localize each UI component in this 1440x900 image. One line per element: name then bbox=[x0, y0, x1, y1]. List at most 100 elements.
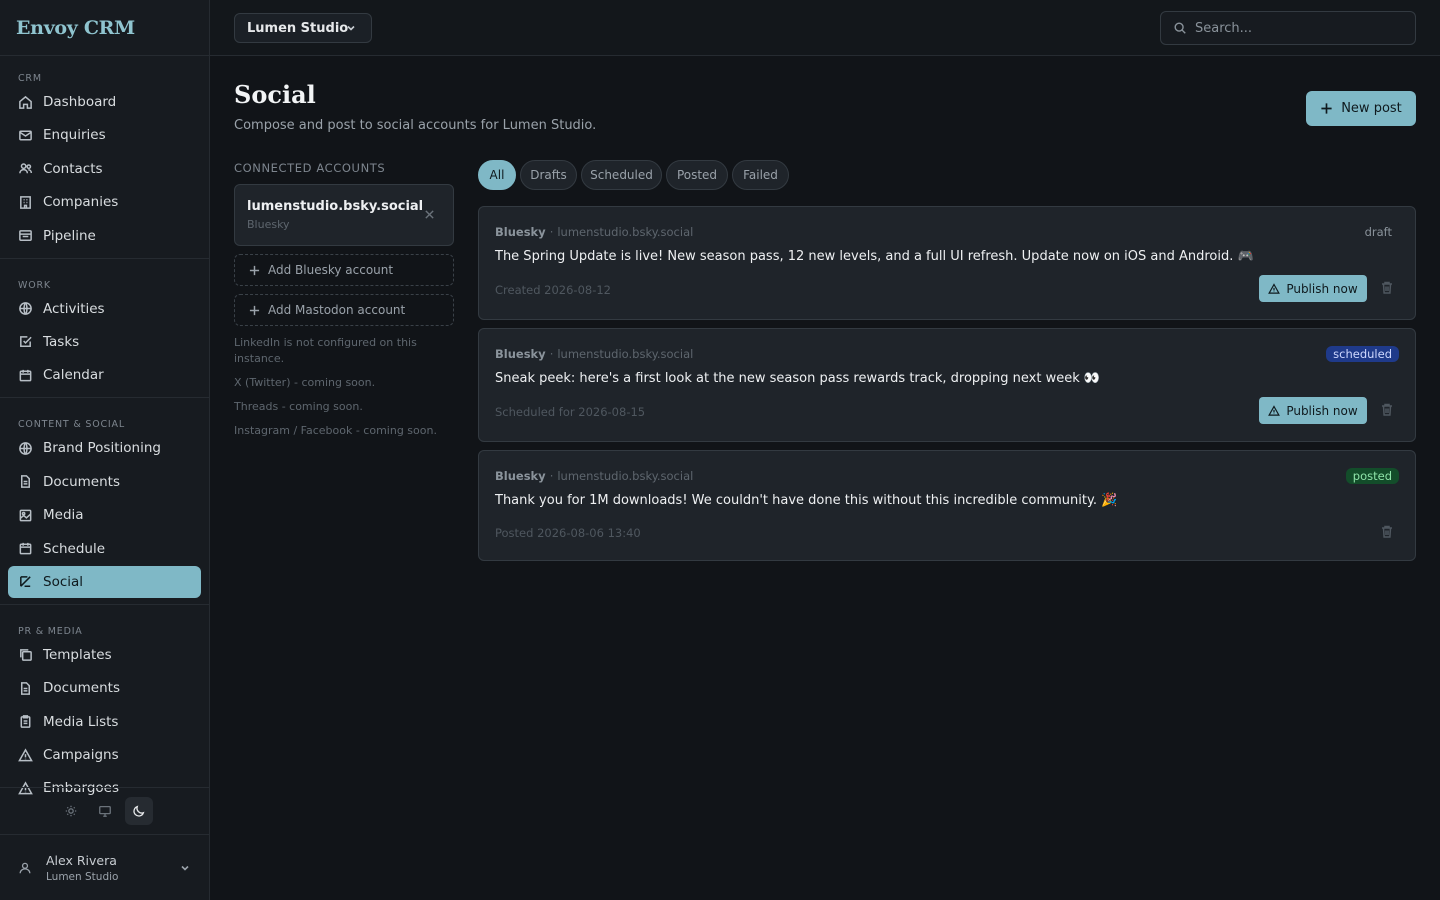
post-text: Thank you for 1M downloads! We couldn't … bbox=[495, 493, 1118, 508]
account-network: Bluesky bbox=[247, 218, 290, 231]
sidebar-item-pipeline[interactable]: Pipeline bbox=[8, 220, 201, 252]
filter-all[interactable]: All bbox=[478, 160, 516, 190]
sidebar-item-label: Templates bbox=[43, 646, 112, 663]
post-card[interactable]: Bluesky · lumenstudio.bsky.social posted T… bbox=[478, 450, 1416, 561]
sidebar-item-label: Activities bbox=[43, 300, 105, 317]
sidebar-item-label: Media Lists bbox=[43, 713, 119, 730]
search-input[interactable]: Search... bbox=[1160, 11, 1416, 45]
trash-icon[interactable] bbox=[1381, 281, 1393, 294]
sidebar-item-label: Calendar bbox=[43, 367, 104, 384]
filter-drafts[interactable]: Drafts bbox=[520, 160, 577, 190]
nav-divider bbox=[0, 397, 209, 399]
account-card[interactable]: lumenstudio.bsky.social Bluesky bbox=[234, 184, 454, 246]
post-handle: lumenstudio.bsky.social bbox=[557, 347, 694, 361]
sidebar-item-label: Contacts bbox=[43, 160, 103, 177]
sidebar-item-campaigns[interactable]: Campaigns bbox=[8, 739, 201, 771]
sidebar-item-tasks[interactable]: Tasks bbox=[8, 326, 201, 358]
new-post-button[interactable]: New post bbox=[1306, 91, 1416, 126]
post-meta: Bluesky · lumenstudio.bsky.social bbox=[495, 469, 694, 483]
threads-note: Threads - coming soon. bbox=[234, 400, 363, 413]
status-badge: posted bbox=[1345, 468, 1399, 484]
post-network: Bluesky bbox=[495, 225, 546, 239]
close-icon[interactable] bbox=[424, 209, 435, 220]
sidebar-item-label: Pipeline bbox=[43, 227, 96, 244]
monitor-icon bbox=[98, 805, 111, 817]
sidebar-item-schedule[interactable]: Schedule bbox=[8, 533, 201, 565]
sidebar-item-label: Enquiries bbox=[43, 127, 106, 144]
search-icon bbox=[1174, 22, 1186, 34]
add-mastodon-label: Add Mastodon account bbox=[268, 303, 406, 317]
warning-icon bbox=[1268, 282, 1281, 294]
sidebar-item-activities[interactable]: Activities bbox=[8, 293, 201, 325]
warning-icon bbox=[18, 747, 33, 761]
send-icon bbox=[20, 576, 31, 588]
sidebar-item-enquiries[interactable]: Enquiries bbox=[8, 119, 201, 151]
sidebar-item-pr-documents[interactable]: Documents bbox=[8, 672, 201, 704]
search-placeholder: Search... bbox=[1195, 20, 1253, 36]
post-meta: Bluesky · lumenstudio.bsky.social bbox=[495, 225, 694, 239]
publish-now-label: Publish now bbox=[1286, 281, 1358, 296]
post-card[interactable]: Bluesky · lumenstudio.bsky.social draft Th… bbox=[478, 206, 1416, 320]
add-bluesky-account-button[interactable]: Add Bluesky account bbox=[234, 254, 454, 286]
sidebar-item-media[interactable]: Media bbox=[8, 499, 201, 531]
post-network: Bluesky bbox=[495, 469, 546, 483]
sidebar-item-documents[interactable]: Documents bbox=[8, 466, 201, 498]
instagram-facebook-note: Instagram / Facebook - coming soon. bbox=[234, 424, 437, 437]
page-subtitle: Compose and post to social accounts for … bbox=[234, 118, 597, 133]
post-handle: lumenstudio.bsky.social bbox=[557, 469, 694, 483]
sidebar-nav: CRM Dashboard Enquiries Contacts Compani… bbox=[0, 62, 209, 804]
sidebar-item-label: Dashboard bbox=[43, 94, 117, 110]
add-mastodon-account-button[interactable]: Add Mastodon account bbox=[234, 294, 454, 326]
mail-icon bbox=[19, 130, 32, 141]
user-menu[interactable]: Alex Rivera Lumen Studio bbox=[0, 836, 209, 900]
theme-dark-button[interactable] bbox=[124, 797, 153, 825]
post-handle: lumenstudio.bsky.social bbox=[557, 225, 694, 239]
page-title: Social bbox=[234, 80, 316, 109]
new-post-label: New post bbox=[1341, 101, 1402, 116]
user-icon bbox=[19, 862, 31, 874]
linkedin-note: LinkedIn is not configured on this insta… bbox=[234, 336, 417, 365]
sidebar-item-social[interactable]: Social bbox=[8, 565, 201, 598]
user-name: Alex Rivera bbox=[46, 853, 117, 868]
org-switcher[interactable]: Lumen Studio bbox=[234, 13, 372, 43]
theme-light-button[interactable] bbox=[57, 797, 85, 825]
post-card[interactable]: Bluesky · lumenstudio.bsky.social schedule… bbox=[478, 328, 1416, 442]
document-icon bbox=[21, 681, 30, 695]
status-badge: draft bbox=[1364, 225, 1392, 239]
theme-system-button[interactable] bbox=[91, 797, 119, 825]
publish-now-button[interactable]: Publish now bbox=[1259, 397, 1367, 424]
add-bluesky-label: Add Bluesky account bbox=[268, 263, 394, 277]
calendar-icon bbox=[19, 369, 32, 382]
nav-divider bbox=[0, 603, 209, 605]
sidebar-item-companies[interactable]: Companies bbox=[8, 186, 201, 218]
sidebar-item-label: Brand Positioning bbox=[43, 440, 161, 457]
nav-section-crm: CRM bbox=[18, 73, 42, 84]
top-bar: Lumen Studio Search... bbox=[210, 0, 1440, 56]
sidebar-item-templates[interactable]: Templates bbox=[8, 639, 201, 671]
brand-logo[interactable]: Envoy CRM bbox=[0, 0, 209, 56]
sidebar-item-media-lists[interactable]: Media Lists bbox=[8, 706, 201, 738]
trash-icon[interactable] bbox=[1381, 525, 1393, 538]
nav-divider bbox=[0, 257, 209, 259]
globe-icon bbox=[19, 302, 32, 315]
globe-icon bbox=[19, 441, 32, 455]
sidebar-item-label: Campaigns bbox=[43, 747, 119, 764]
filter-posted[interactable]: Posted bbox=[666, 160, 728, 190]
publish-now-button[interactable]: Publish now bbox=[1259, 275, 1367, 302]
warning-icon bbox=[1268, 404, 1281, 416]
sidebar-item-contacts[interactable]: Contacts bbox=[8, 153, 201, 185]
account-handle: lumenstudio.bsky.social bbox=[247, 199, 424, 214]
sidebar-item-dashboard[interactable]: Dashboard bbox=[8, 86, 201, 118]
trash-icon[interactable] bbox=[1381, 403, 1393, 416]
nav-section-pr-media: PR & MEDIA bbox=[18, 625, 83, 637]
filter-scheduled[interactable]: Scheduled bbox=[581, 160, 662, 190]
building-icon bbox=[20, 195, 31, 209]
filter-failed[interactable]: Failed bbox=[732, 160, 789, 190]
sidebar-item-calendar[interactable]: Calendar bbox=[8, 359, 201, 391]
chevron-down-icon bbox=[181, 865, 189, 871]
post-network: Bluesky bbox=[495, 347, 546, 361]
sidebar: Envoy CRM CRM Dashboard Enquiries Contac… bbox=[0, 0, 210, 900]
sun-icon bbox=[65, 805, 76, 817]
document-icon bbox=[21, 475, 30, 489]
sidebar-item-brand-positioning[interactable]: Brand Positioning bbox=[8, 432, 201, 464]
